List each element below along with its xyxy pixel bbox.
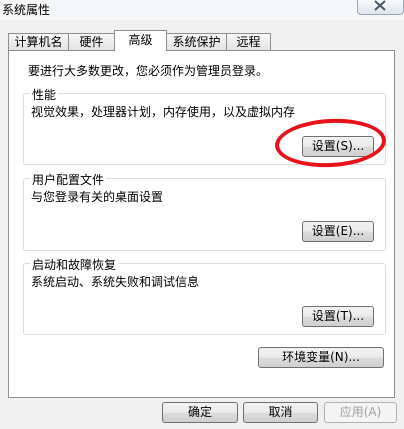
startup-recovery-group-title: 启动和故障恢复 (30, 256, 119, 273)
tab-label: 远程 (236, 35, 261, 49)
tab-label: 系统保护 (172, 35, 221, 49)
title-bar: 系统属性 (0, 0, 404, 20)
apply-button: 应用(A) (324, 402, 397, 423)
performance-description: 视觉效果，处理器计划，内存使用，以及虚拟内存 (31, 105, 296, 119)
performance-settings-button[interactable]: 设置(S)... (302, 136, 374, 157)
close-icon (374, 0, 386, 11)
tab-system-protection[interactable]: 系统保护 (166, 33, 227, 50)
startup-recovery-group: 启动和故障恢复 系统启动、系统失败和调试信息 设置(T)... (23, 256, 386, 335)
ok-button[interactable]: 确定 (162, 402, 238, 423)
close-button[interactable] (357, 0, 404, 15)
window-title: 系统属性 (2, 3, 51, 17)
tab-label: 计算机名 (14, 35, 63, 49)
cancel-button[interactable]: 取消 (243, 402, 318, 423)
tab-remote[interactable]: 远程 (226, 33, 271, 50)
tab-advanced[interactable]: 高级 (114, 30, 167, 51)
user-profiles-settings-button[interactable]: 设置(E)... (302, 221, 374, 242)
performance-group-title: 性能 (30, 86, 59, 103)
performance-group: 性能 视觉效果，处理器计划，内存使用，以及虚拟内存 设置(S)... (23, 86, 386, 165)
tab-computer-name[interactable]: 计算机名 (8, 33, 69, 50)
environment-variables-button[interactable]: 环境变量(N)... (258, 347, 384, 368)
user-profiles-description: 与您登录有关的桌面设置 (31, 190, 164, 204)
startup-recovery-settings-button[interactable]: 设置(T)... (302, 306, 374, 327)
tab-label: 高级 (128, 33, 153, 47)
tab-label: 硬件 (79, 35, 104, 49)
admin-note: 要进行大多数更改，您必须作为管理员登录。 (28, 64, 269, 78)
user-profiles-group: 用户配置文件 与您登录有关的桌面设置 设置(E)... (23, 171, 386, 251)
tab-hardware[interactable]: 硬件 (68, 33, 115, 50)
startup-recovery-description: 系统启动、系统失败和调试信息 (31, 275, 200, 289)
user-profiles-group-title: 用户配置文件 (30, 171, 107, 188)
system-properties-dialog: 计算机名 硬件 高级 系统保护 远程 要进行大多数更改，您必须作为管理员登录。 … (0, 20, 404, 429)
advanced-tab-panel: 要进行大多数更改，您必须作为管理员登录。 性能 视觉效果，处理器计划，内存使用，… (8, 50, 395, 398)
